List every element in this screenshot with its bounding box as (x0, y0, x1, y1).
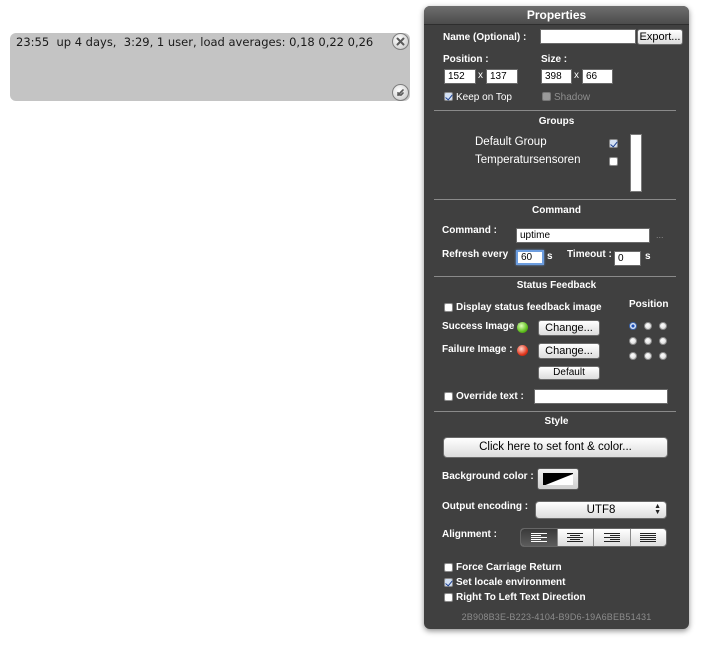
groups-section-title: Groups (538, 116, 575, 127)
command-field[interactable]: uptime (516, 228, 650, 243)
popup-arrows-icon: ▲ ▼ (654, 503, 661, 516)
position-bottom-left[interactable] (629, 352, 637, 360)
timeout-label: Timeout : (567, 249, 612, 260)
timeout-field[interactable]: 0 (614, 251, 641, 266)
position-x-field[interactable]: 152 (444, 69, 476, 84)
position-grid-label: Position (629, 299, 669, 310)
group-item-temperature-label[interactable]: Temperatursensoren (475, 154, 580, 166)
status-section-title: Status Feedback (516, 280, 597, 291)
size-label: Size : (541, 54, 568, 65)
output-encoding-select[interactable]: UTF8 ▲ ▼ (535, 501, 667, 519)
position-top-left[interactable] (629, 322, 637, 330)
close-icon[interactable] (392, 33, 409, 50)
keep-on-top-label: Keep on Top (456, 92, 512, 103)
export-button[interactable]: Export... (637, 29, 683, 45)
alignment-segmented-control (520, 528, 667, 547)
refresh-label: Refresh every (442, 249, 509, 260)
failure-led-icon (517, 345, 528, 356)
position-middle-right[interactable] (659, 337, 667, 345)
refresh-interval-field[interactable]: 60 (516, 250, 544, 265)
override-text-checkbox[interactable] (444, 392, 453, 401)
command-label: Command : (442, 225, 497, 236)
success-image-label: Success Image : (442, 321, 521, 332)
separator-groups (434, 110, 676, 111)
refresh-unit: s (547, 251, 553, 262)
separator-command (434, 199, 676, 200)
position-label: Position : (443, 54, 489, 65)
position-x-separator: x (478, 70, 483, 81)
position-middle-center[interactable] (644, 337, 652, 345)
size-x-separator: x (574, 70, 579, 81)
set-locale-checkbox[interactable] (444, 578, 453, 587)
background-color-swatch (543, 473, 573, 485)
font-color-button[interactable]: Click here to set font & color... (443, 437, 668, 458)
command-section-title: Command (532, 205, 581, 216)
failure-change-button[interactable]: Change... (538, 343, 600, 359)
align-center-icon[interactable] (558, 529, 594, 546)
resize-handle-icon[interactable] (392, 84, 409, 101)
geeklet-widget[interactable]: 23:55 up 4 days, 3:29, 1 user, load aver… (10, 33, 410, 101)
geeklet-uuid: 2B908B3E-B223-4104-B9D6-19A6BEB51431 (461, 612, 652, 622)
alignment-label: Alignment : (442, 529, 497, 540)
force-carriage-return-checkbox[interactable] (444, 563, 453, 572)
group-item-default-label[interactable]: Default Group (475, 136, 547, 148)
separator-style (434, 411, 676, 412)
override-text-label: Override text : (456, 391, 524, 402)
success-change-button[interactable]: Change... (538, 320, 600, 336)
separator-status (434, 276, 676, 277)
rtl-direction-label: Right To Left Text Direction (456, 592, 586, 603)
background-color-label: Background color : (442, 471, 534, 482)
output-encoding-value: UTF8 (586, 504, 616, 516)
command-ellipsis[interactable]: ... (656, 230, 664, 240)
position-top-center[interactable] (644, 322, 652, 330)
size-width-field[interactable]: 398 (541, 69, 572, 84)
position-bottom-right[interactable] (659, 352, 667, 360)
style-section-title: Style (544, 416, 569, 427)
position-top-right[interactable] (659, 322, 667, 330)
shadow-label: Shadow (554, 92, 591, 103)
position-y-field[interactable]: 137 (486, 69, 518, 84)
display-status-image-checkbox[interactable] (444, 303, 453, 312)
shadow-checkbox[interactable] (542, 92, 551, 101)
name-label: Name (Optional) : (443, 32, 527, 43)
default-image-button[interactable]: Default (538, 366, 600, 380)
display-status-image-label: Display status feedback image (456, 302, 602, 313)
background-color-well[interactable] (537, 468, 579, 490)
output-encoding-label: Output encoding : (442, 501, 529, 512)
group-item-default-checkbox[interactable] (609, 139, 618, 148)
timeout-unit: s (645, 251, 651, 262)
size-height-field[interactable]: 66 (582, 69, 613, 84)
properties-panel: Properties Name (Optional) : Export... P… (424, 6, 689, 629)
keep-on-top-checkbox[interactable] (444, 92, 453, 101)
position-bottom-center[interactable] (644, 352, 652, 360)
align-justify-icon[interactable] (631, 529, 667, 546)
set-locale-label: Set locale environment (456, 577, 566, 588)
success-led-icon (517, 322, 528, 333)
geeklet-output-text: 23:55 up 4 days, 3:29, 1 user, load aver… (16, 35, 374, 49)
position-middle-left[interactable] (629, 337, 637, 345)
panel-title[interactable]: Properties (424, 6, 689, 25)
group-item-temperature-checkbox[interactable] (609, 157, 618, 166)
align-left-icon[interactable] (521, 529, 558, 546)
force-carriage-return-label: Force Carriage Return (456, 562, 562, 573)
name-field[interactable] (540, 29, 636, 44)
groups-list-scrollbar[interactable] (630, 134, 642, 192)
rtl-direction-checkbox[interactable] (444, 593, 453, 602)
failure-image-label: Failure Image : (442, 344, 513, 355)
override-text-field[interactable] (534, 389, 668, 404)
align-right-icon[interactable] (594, 529, 631, 546)
